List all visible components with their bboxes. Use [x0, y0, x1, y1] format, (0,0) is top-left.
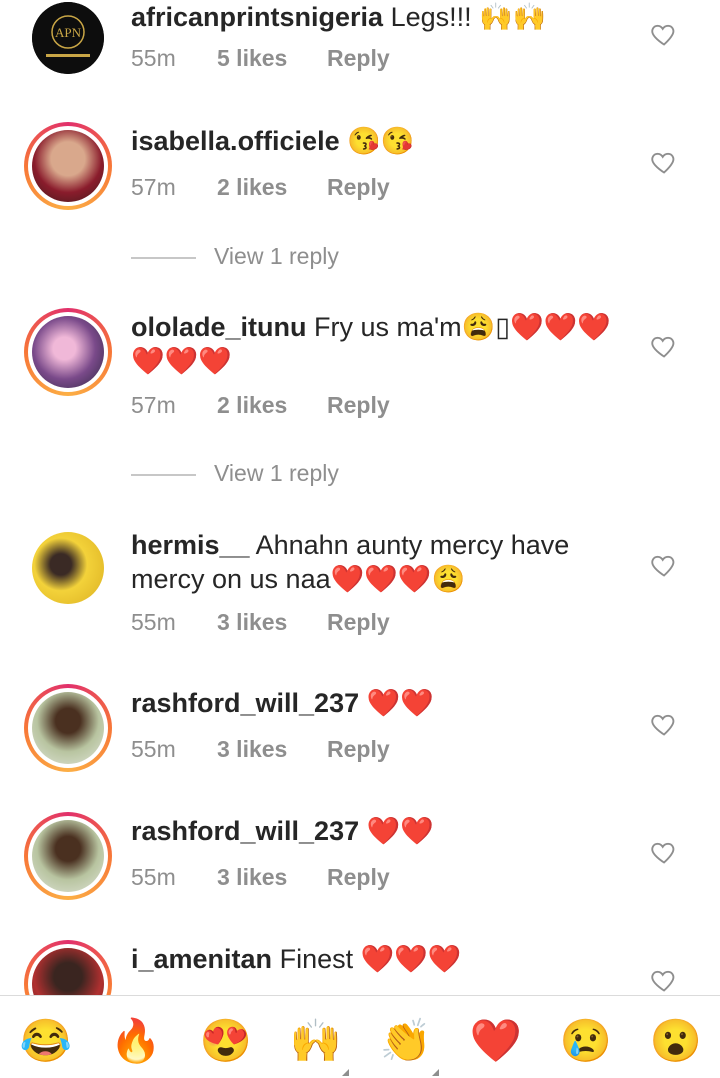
comment-meta: 55m 5 likes Reply: [131, 45, 390, 72]
emoji-heart-eyes[interactable]: 😍: [196, 1016, 256, 1066]
reply-button[interactable]: Reply: [327, 45, 390, 72]
comment-time: 55m: [131, 864, 176, 890]
comment-username[interactable]: rashford_will_237: [131, 816, 359, 846]
avatar[interactable]: [24, 812, 112, 900]
heart-outline-icon[interactable]: [650, 966, 678, 994]
comment-likes[interactable]: 3 likes: [217, 609, 327, 636]
skin-tone-indicator-icon: [342, 1069, 349, 1076]
comment-text: hermis__ Ahnahn aunty mercy have mercy o…: [131, 528, 621, 596]
comment-meta: 55m 3 likes Reply: [131, 736, 390, 763]
view-replies-label: View 1 reply: [214, 243, 339, 269]
comment-text: rashford_will_237 ❤️❤️: [131, 686, 621, 720]
comment-message: ❤️❤️: [366, 816, 434, 846]
comment-username[interactable]: ololade_itunu: [131, 312, 307, 342]
comment-message: Finest ❤️❤️❤️: [279, 944, 462, 974]
emoji-crying[interactable]: 😢: [556, 1016, 616, 1066]
reply-button[interactable]: Reply: [327, 736, 390, 763]
divider-line: [131, 256, 196, 259]
reply-button[interactable]: Reply: [327, 864, 390, 891]
apn-logo: APN: [32, 2, 104, 74]
comment-username[interactable]: i_amenitan: [131, 944, 272, 974]
heart-outline-icon[interactable]: [650, 710, 678, 738]
comment-message: ❤️❤️: [366, 688, 434, 718]
heart-outline-icon[interactable]: [650, 838, 678, 866]
comment-likes[interactable]: 3 likes: [217, 864, 327, 891]
emoji-clapping-hands[interactable]: 👏: [376, 1016, 436, 1066]
emoji-quick-bar: 😂 🔥 😍 🙌 👏 ❤️ 😢 😮: [0, 995, 720, 1078]
comment-text: africanprintsnigeria Legs!!! 🙌🙌: [131, 0, 621, 34]
view-replies-label: View 1 reply: [214, 460, 339, 486]
comment-likes[interactable]: 2 likes: [217, 174, 327, 201]
reply-button[interactable]: Reply: [327, 609, 390, 636]
comment-likes[interactable]: 3 likes: [217, 736, 327, 763]
comment-username[interactable]: africanprintsnigeria: [131, 2, 383, 32]
comment-time: 57m: [131, 174, 176, 200]
emoji-tears-of-joy[interactable]: 😂: [16, 1016, 76, 1066]
avatar[interactable]: [24, 684, 112, 772]
comment-meta: 57m 2 likes Reply: [131, 174, 390, 201]
logo-text: APN: [55, 25, 82, 40]
avatar[interactable]: [24, 122, 112, 210]
emoji-red-heart[interactable]: ❤️: [466, 1016, 526, 1066]
reply-button[interactable]: Reply: [327, 174, 390, 201]
heart-outline-icon[interactable]: [650, 332, 678, 360]
comment-meta: 55m 3 likes Reply: [131, 609, 390, 636]
skin-tone-indicator-icon: [432, 1069, 439, 1076]
comment-message: 😘😘: [347, 126, 415, 156]
emoji-surprised[interactable]: 😮: [646, 1016, 706, 1066]
comment-text: rashford_will_237 ❤️❤️: [131, 814, 621, 848]
reply-button[interactable]: Reply: [327, 392, 390, 419]
avatar[interactable]: [24, 308, 112, 396]
divider-line: [131, 473, 196, 476]
comment-text: i_amenitan Finest ❤️❤️❤️: [131, 942, 621, 976]
emoji-raising-hands[interactable]: 🙌: [286, 1016, 346, 1066]
comment-text: isabella.officiele 😘😘: [131, 124, 621, 158]
heart-outline-icon[interactable]: [650, 148, 678, 176]
heart-outline-icon[interactable]: [650, 20, 678, 48]
comment-username[interactable]: rashford_will_237: [131, 688, 359, 718]
avatar[interactable]: [32, 532, 104, 604]
heart-outline-icon[interactable]: [650, 551, 678, 579]
comment-time: 55m: [131, 736, 176, 762]
comment-username[interactable]: hermis__: [131, 530, 250, 560]
comment-time: 55m: [131, 45, 176, 71]
comment-username[interactable]: isabella.officiele: [131, 126, 340, 156]
comment-message: Legs!!! 🙌🙌: [390, 2, 547, 32]
comment-meta: 57m 2 likes Reply: [131, 392, 390, 419]
view-replies-button[interactable]: View 1 reply: [131, 243, 339, 270]
avatar[interactable]: APN: [32, 2, 104, 74]
view-replies-button[interactable]: View 1 reply: [131, 460, 339, 487]
comment-likes[interactable]: 2 likes: [217, 392, 327, 419]
emoji-fire[interactable]: 🔥: [106, 1016, 166, 1066]
comment-meta: 55m 3 likes Reply: [131, 864, 390, 891]
comment-time: 55m: [131, 609, 176, 635]
comment-likes[interactable]: 5 likes: [217, 45, 327, 72]
comment-text: ololade_itunu Fry us ma'm😩▯❤️❤️❤️❤️❤️❤️: [131, 310, 621, 378]
comment-time: 57m: [131, 392, 176, 418]
